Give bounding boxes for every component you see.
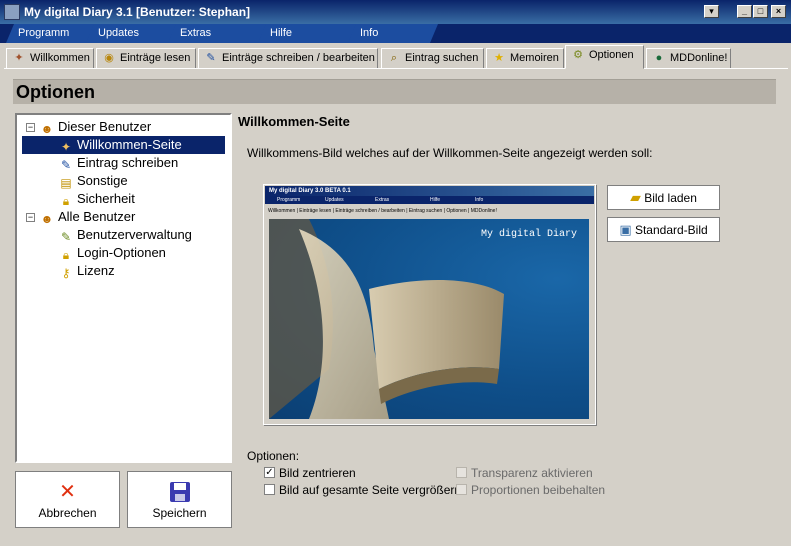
tree-node-alle-benutzer[interactable]: ☻ Alle Benutzer bbox=[39, 208, 136, 226]
magnifier-icon: ⌕ bbox=[390, 52, 398, 64]
tab-strip: ✦ Willkommen ◉ Einträge lesen ✎ Einträge sc… bbox=[0, 45, 791, 69]
star-icon: ★ bbox=[494, 52, 504, 64]
notes-icon: ▤ bbox=[60, 175, 72, 190]
keep-proportions-label: Proportionen beibehalten bbox=[471, 483, 606, 497]
lock-icon: 🔒︎ bbox=[62, 193, 70, 208]
maximize-button[interactable]: □ bbox=[753, 5, 768, 18]
tab-optionen[interactable]: ⚙ Optionen bbox=[565, 45, 644, 69]
users-icon: ☻ bbox=[40, 211, 54, 226]
menu-updates[interactable]: Updates bbox=[86, 24, 178, 43]
wand-icon: ✦ bbox=[60, 139, 72, 154]
section-title: Willkommen-Seite bbox=[238, 114, 350, 129]
options-tree[interactable]: − ☻ Dieser Benutzer ✦ Willkommen-Seite ✎ Ei… bbox=[15, 113, 232, 463]
tree-node-lizenz[interactable]: ⚷ Lizenz bbox=[58, 262, 115, 280]
gears-icon: ⚙ bbox=[573, 49, 583, 61]
page-header: Optionen bbox=[13, 79, 776, 104]
book-illustration bbox=[269, 219, 504, 419]
key-icon: ⚷ bbox=[61, 265, 71, 280]
title-bar: My digital Diary 3.1 [Benutzer: Stephan]… bbox=[0, 0, 791, 24]
welcome-image: My digital Diary bbox=[269, 219, 589, 419]
cancel-button[interactable]: ✕ Abbrechen bbox=[15, 471, 120, 528]
tree-node-login-optionen[interactable]: 🔒︎ Login-Optionen bbox=[58, 244, 166, 262]
menu-bar: Programm Updates Extras Hilfe Info bbox=[0, 24, 791, 43]
tab-memoiren[interactable]: ★ Memoiren bbox=[486, 48, 564, 69]
keep-proportions-checkbox[interactable] bbox=[456, 484, 467, 495]
lock-icon: 🔒︎ bbox=[62, 247, 70, 262]
window-menu-button[interactable]: ▾ bbox=[704, 5, 719, 18]
image-caption: My digital Diary bbox=[480, 229, 577, 240]
floppy-disk-icon bbox=[168, 480, 192, 504]
folder-icon: ▰ bbox=[630, 189, 641, 205]
menu-programm[interactable]: Programm bbox=[6, 24, 96, 43]
save-button[interactable]: Speichern bbox=[127, 471, 232, 528]
tree-expander-dieser-benutzer[interactable]: − bbox=[26, 123, 35, 132]
tree-node-eintrag-schreiben[interactable]: ✎ Eintrag schreiben bbox=[58, 154, 178, 172]
tree-node-sonstige[interactable]: ▤ Sonstige bbox=[58, 172, 127, 190]
section-description: Willkommens-Bild welches auf der Willkom… bbox=[247, 146, 653, 160]
close-button[interactable]: × bbox=[771, 5, 786, 18]
welcome-image-preview: My digital Diary 3.0 BETA 0.1 Programm U… bbox=[263, 184, 596, 425]
wand-icon: ✦ bbox=[14, 52, 24, 64]
stretch-image-label: Bild auf gesamte Seite vergrößern bbox=[279, 483, 462, 497]
transparency-label: Transparenz aktivieren bbox=[471, 466, 593, 480]
user-edit-icon: ✎ bbox=[60, 229, 72, 244]
user-icon: ☻ bbox=[40, 121, 54, 136]
globe-icon: ● bbox=[655, 52, 663, 64]
center-image-checkbox[interactable]: ✓ bbox=[264, 467, 275, 478]
window-title: My digital Diary 3.1 [Benutzer: Stephan] bbox=[24, 5, 251, 19]
options-label: Optionen: bbox=[247, 449, 300, 463]
eye-icon: ◉ bbox=[104, 52, 114, 64]
tree-node-dieser-benutzer[interactable]: ☻ Dieser Benutzer bbox=[39, 118, 152, 136]
minimize-button[interactable]: _ bbox=[737, 5, 752, 18]
preview-menu-bar: Programm Updates Extras Hilfe Info bbox=[265, 196, 594, 204]
tab-eintraege-schreiben[interactable]: ✎ Einträge schreiben / bearbeiten bbox=[198, 48, 378, 69]
tab-eintrag-suchen[interactable]: ⌕ Eintrag suchen bbox=[381, 48, 484, 69]
pencil-icon: ✎ bbox=[60, 157, 72, 172]
center-image-label: Bild zentrieren bbox=[279, 466, 356, 480]
app-icon bbox=[4, 4, 20, 20]
menu-extras[interactable]: Extras bbox=[168, 24, 268, 43]
tab-mddonline[interactable]: ● MDDonline! bbox=[646, 48, 731, 69]
preview-title-bar: My digital Diary 3.0 BETA 0.1 bbox=[265, 186, 594, 196]
pencil-icon: ✎ bbox=[206, 52, 216, 64]
stretch-image-checkbox[interactable] bbox=[264, 484, 275, 495]
default-image-button[interactable]: ▣ Standard-Bild bbox=[607, 217, 720, 242]
tab-eintraege-lesen[interactable]: ◉ Einträge lesen bbox=[96, 48, 196, 69]
load-image-button[interactable]: ▰ Bild laden bbox=[607, 185, 720, 210]
tree-node-benutzerverwaltung[interactable]: ✎ Benutzerverwaltung bbox=[58, 226, 192, 244]
cross-icon: ✕ bbox=[59, 481, 76, 503]
tree-expander-alle-benutzer[interactable]: − bbox=[26, 213, 35, 222]
tab-willkommen[interactable]: ✦ Willkommen bbox=[6, 48, 94, 69]
tree-node-willkommen-seite[interactable]: ✦ Willkommen-Seite bbox=[22, 136, 225, 154]
page-title: Optionen bbox=[16, 82, 95, 102]
image-icon: ▣ bbox=[619, 222, 632, 237]
transparency-checkbox[interactable] bbox=[456, 467, 467, 478]
preview-tabs: Willkommen | Einträge lesen | Einträge s… bbox=[268, 208, 497, 214]
tree-node-sicherheit[interactable]: 🔒︎ Sicherheit bbox=[58, 190, 135, 208]
menu-info[interactable]: Info bbox=[348, 24, 438, 43]
menu-hilfe[interactable]: Hilfe bbox=[258, 24, 358, 43]
